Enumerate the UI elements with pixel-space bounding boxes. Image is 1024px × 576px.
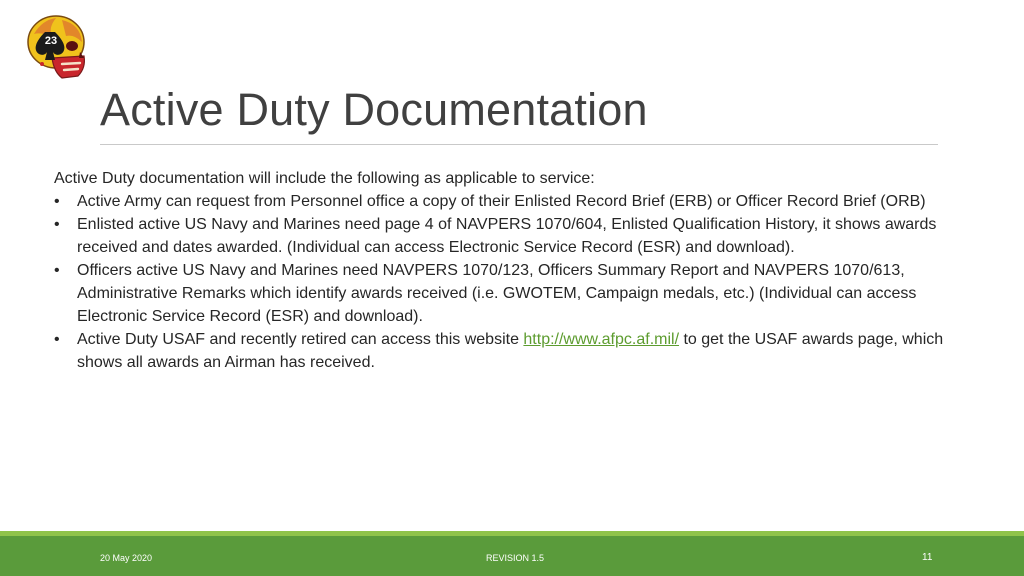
slide-body: Active Duty documentation will include t… (54, 167, 954, 374)
bullet-icon: • (54, 216, 60, 233)
bullet-icon: • (54, 331, 60, 348)
unit-logo: 23 (22, 12, 94, 84)
bullet-text: Enlisted active US Navy and Marines need… (77, 216, 937, 256)
footer-date: 20 May 2020 (100, 553, 153, 563)
bullet-item-army: • Active Army can request from Personnel… (54, 190, 954, 213)
bullet-text: Active Army can request from Personnel o… (77, 193, 926, 210)
bullet-item-officer-navy: • Officers active US Navy and Marines ne… (54, 259, 954, 328)
bullet-text: Officers active US Navy and Marines need… (77, 262, 917, 325)
logo-badge-number: 23 (44, 35, 58, 47)
afpc-website-link[interactable]: http://www.afpc.af.mil/ (523, 331, 679, 348)
bullet-icon: • (54, 262, 60, 279)
intro-text: Active Duty documentation will include t… (54, 170, 595, 187)
bullet-icon: • (54, 193, 60, 210)
skull-logo-icon (27, 15, 85, 79)
footer-revision: REVISION 1.5 (486, 553, 545, 563)
slide-title: Active Duty Documentation (100, 84, 648, 135)
bullet-item-usaf: • Active Duty USAF and recently retired … (54, 328, 954, 374)
bullet-item-enlisted-navy: • Enlisted active US Navy and Marines ne… (54, 213, 954, 259)
bullet-text-before-link: Active Duty USAF and recently retired ca… (77, 331, 524, 348)
bullet-list: • Active Army can request from Personnel… (54, 190, 954, 374)
title-divider (100, 144, 938, 145)
footer-bar: 20 May 2020 REVISION 1.5 11 (0, 536, 1024, 576)
slide-page-number: 11 (922, 552, 933, 563)
